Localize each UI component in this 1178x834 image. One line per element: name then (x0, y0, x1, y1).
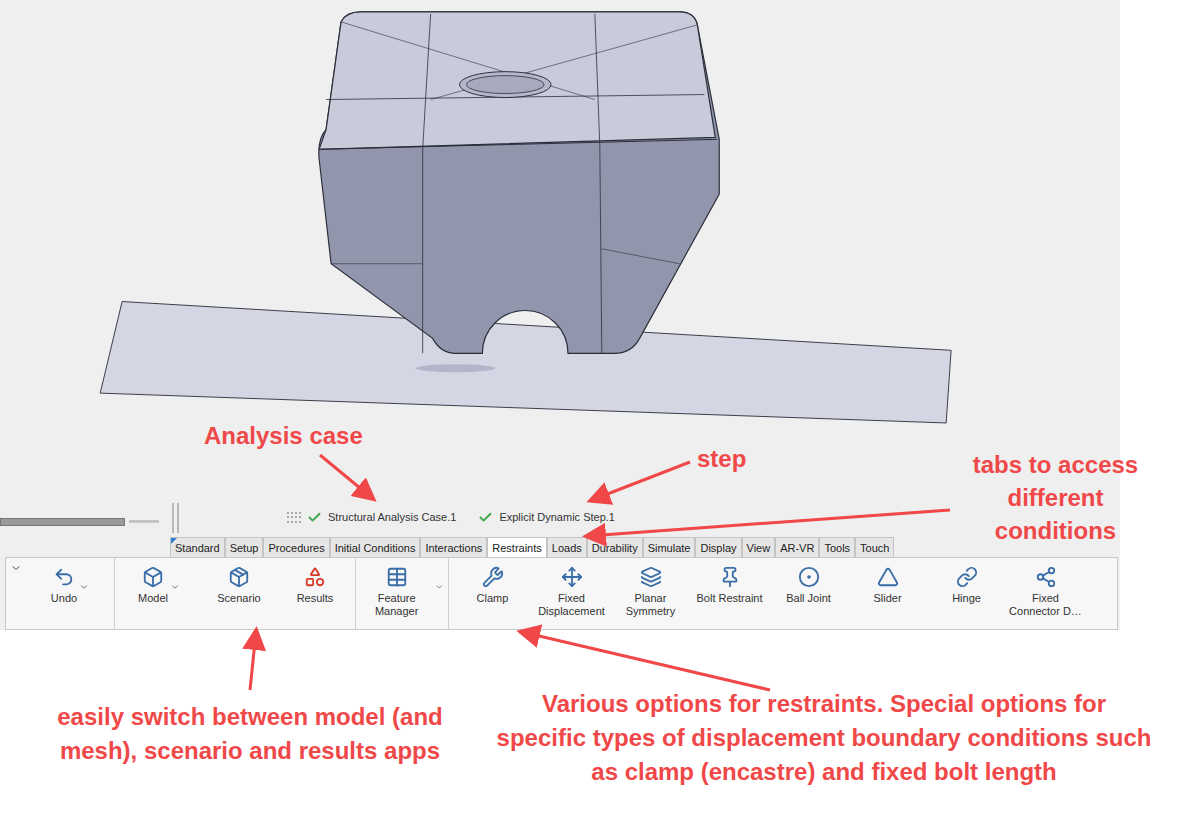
tab[interactable]: Standard (170, 537, 225, 557)
restraint-button[interactable]: Fixed Connector D… (1006, 558, 1085, 629)
app-icon (386, 566, 408, 588)
restraint-button[interactable]: Hinge (927, 558, 1006, 629)
action-group: Feature Manager (356, 558, 449, 629)
action-group: Undo (26, 558, 115, 629)
annotation-arrow (250, 632, 256, 690)
check-icon (478, 510, 493, 525)
tab[interactable]: Interactions (420, 537, 487, 557)
restraint-icon (1035, 566, 1057, 588)
annotations-bottom: easily switch between model (and mesh), … (0, 630, 1178, 789)
check-icon (307, 510, 322, 525)
action-group: ModelScenarioResults (115, 558, 356, 629)
timeline-slider[interactable] (0, 518, 160, 526)
tab[interactable]: Simulate (643, 537, 696, 557)
restraint-icon (956, 566, 978, 588)
tab[interactable]: Display (695, 537, 741, 557)
restraint-button[interactable]: Planar Symmetry (611, 558, 690, 629)
tab[interactable]: Restraints (487, 537, 547, 557)
collapse-button[interactable] (6, 558, 26, 574)
app-button[interactable]: Results (279, 558, 351, 629)
restraints-group: ClampFixed DisplacementPlanar SymmetryBo… (449, 558, 1085, 629)
restraint-button[interactable]: Fixed Displacement (532, 558, 611, 629)
dropdown-icon[interactable] (79, 582, 89, 592)
restraint-icon (561, 566, 583, 588)
tab[interactable]: Procedures (263, 537, 329, 557)
app-icon (142, 566, 164, 588)
annotation-analysis-case: Analysis case (204, 421, 363, 451)
tab[interactable]: View (742, 537, 776, 557)
restraint-icon (719, 566, 741, 588)
app-button[interactable]: Model (119, 558, 199, 629)
annotated-screenshot: Structural Analysis Case.1 Explicit Dynam… (0, 0, 1178, 834)
annotation-step: step (697, 444, 746, 474)
app-icon (304, 566, 326, 588)
tab[interactable]: AR-VR (775, 537, 819, 557)
status-item[interactable]: Explicit Dynamic Step.1 (478, 509, 615, 526)
tab[interactable]: Tools (819, 537, 855, 557)
annotation-restraints: Various options for restraints. Special … (494, 687, 1154, 789)
dropdown-icon[interactable] (170, 582, 180, 592)
app-button[interactable]: Scenario (199, 558, 279, 629)
chevron-down-icon (10, 562, 22, 574)
annotation-apps: easily switch between model (and mesh), … (50, 700, 450, 768)
tab[interactable]: Loads (547, 537, 587, 557)
app-icon (53, 566, 75, 588)
app-button[interactable]: Feature Manager (360, 558, 444, 629)
restraint-icon (877, 566, 899, 588)
annotation-arrows (0, 0, 1178, 834)
action-bar: UndoModelScenarioResultsFeature ManagerC… (5, 557, 1118, 630)
tab-bar: StandardSetupProceduresInitial Condition… (170, 537, 1120, 557)
filler-hole (459, 72, 551, 98)
tank-model[interactable] (319, 12, 719, 353)
restraint-icon (798, 566, 820, 588)
annotation-arrow (588, 510, 950, 536)
restraint-button[interactable]: Slider (848, 558, 927, 629)
pin-marker-icon (171, 538, 177, 544)
tab[interactable]: Setup (225, 537, 264, 557)
restraint-icon (482, 566, 504, 588)
restraint-button[interactable]: Bolt Restraint (690, 558, 769, 629)
model-viewport[interactable] (0, 0, 1120, 501)
grip-icon (287, 512, 301, 524)
tab[interactable]: Touch (855, 537, 894, 557)
tab[interactable]: Durability (587, 537, 643, 557)
annotation-tabs: tabs to access different conditions (948, 448, 1163, 547)
annotation-arrow (522, 632, 770, 690)
status-row: Structural Analysis Case.1 Explicit Dynam… (0, 501, 1120, 535)
app-icon (228, 566, 250, 588)
annotation-arrow (592, 462, 690, 500)
ground-plate (100, 302, 951, 423)
dropdown-icon[interactable] (435, 582, 444, 592)
restraint-button[interactable]: Ball Joint (769, 558, 848, 629)
tab[interactable]: Initial Conditions (330, 537, 421, 557)
status-item[interactable]: Structural Analysis Case.1 (307, 509, 456, 526)
restraint-button[interactable]: Clamp (453, 558, 532, 629)
application-window: Structural Analysis Case.1 Explicit Dynam… (0, 0, 1120, 630)
app-button[interactable]: Undo (30, 558, 110, 629)
annotation-arrow (320, 455, 372, 498)
restraint-icon (640, 566, 662, 588)
